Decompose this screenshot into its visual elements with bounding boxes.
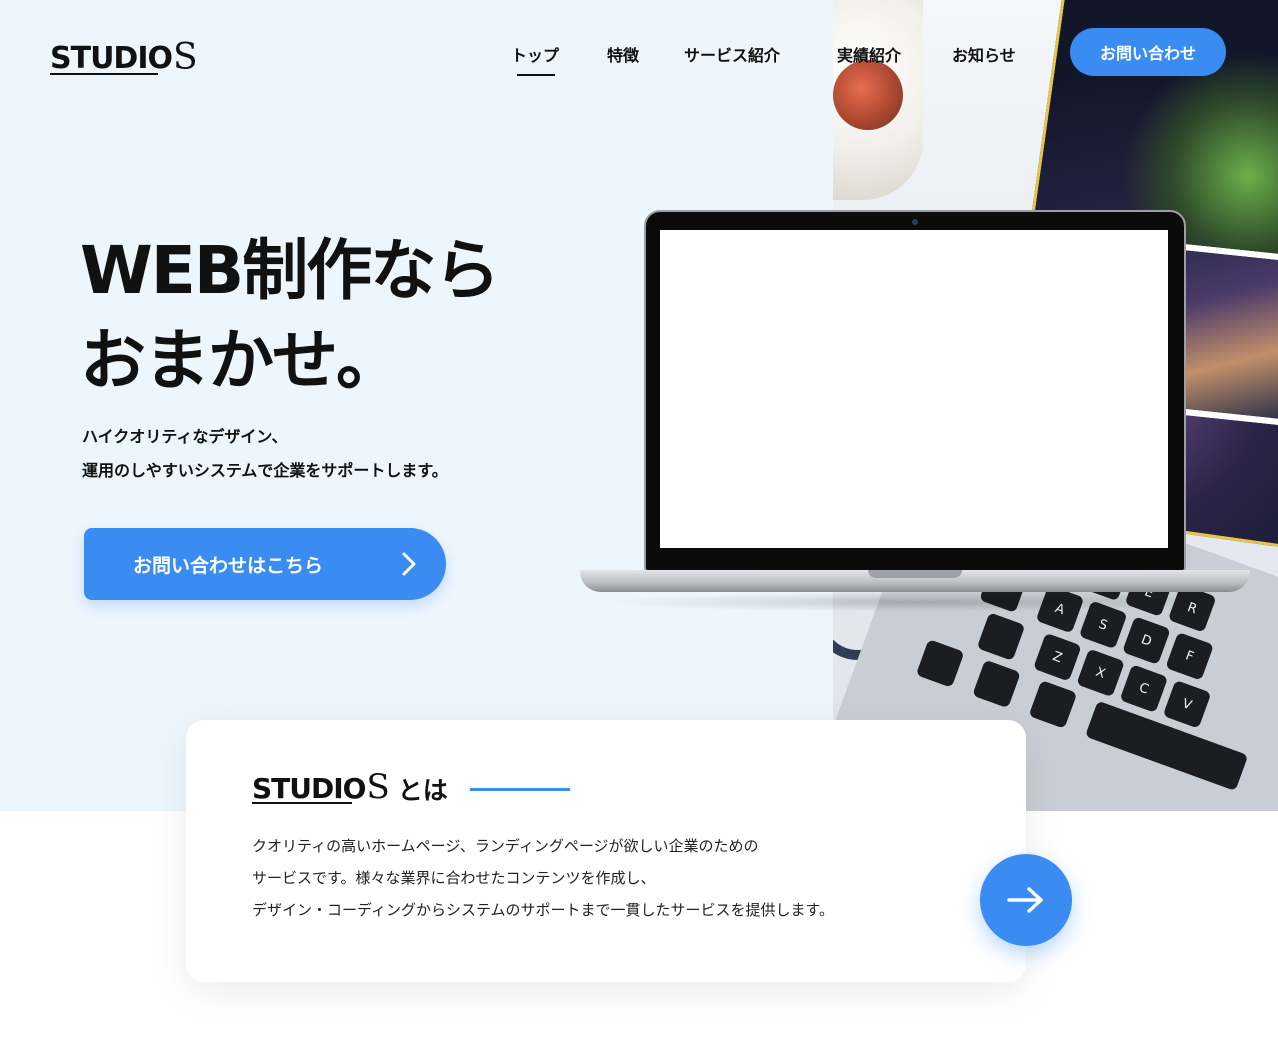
laptop-lid [644,210,1186,572]
hero-headline: WEB制作なら おまかせ。 [80,226,500,406]
about-body-line2: サービスです。様々な業界に合わせたコンテンツを作成し、 [252,869,656,887]
laptop-mockup [580,210,1250,612]
about-body-line3: デザイン・コーディングからシステムのサポートまで一貫したサービスを提供します。 [252,901,835,919]
nav-active-underline [517,74,555,76]
logo-wordmark: STUDIO [50,41,173,76]
keyboard-key: D [1122,616,1171,665]
nav-item-features[interactable]: 特徴 [607,42,639,66]
arrow-right-icon [1007,887,1043,913]
hero-headline-line2: おまかせ。 [80,322,402,399]
keyboard-key: F [1165,631,1214,681]
laptop-screen [660,230,1168,548]
about-title-rule [470,788,570,791]
about-logo-underline [252,801,352,804]
logo-script-s: S [173,36,198,78]
nav-item-news[interactable]: お知らせ [952,42,1016,66]
about-logo-wordmark: STUDIO [252,771,366,805]
keyboard-key [915,639,965,688]
nav-item-services[interactable]: サービス紹介 [684,42,780,66]
nav-item-top[interactable]: トップ [511,42,559,66]
chevron-right-icon [402,552,416,576]
laptop-camera [912,219,918,225]
cup-image [833,0,923,200]
logo-underline [50,73,158,75]
about-title-suffix: とは [397,775,448,805]
hero-subtext: ハイクオリティなデザイン、 運用のしやすいシステムで企業をサポートします。 [82,420,448,488]
nav-item-works[interactable]: 実績紹介 [837,42,901,66]
hero-headline-line1: WEB制作なら [80,232,500,309]
about-body: クオリティの高いホームページ、ランディングページが欲しい企業のための サービスで… [252,830,834,926]
about-body-line1: クオリティの高いホームページ、ランディングページが欲しい企業のための [252,837,759,855]
hero-subtext-line1: ハイクオリティなデザイン、 [82,427,288,446]
laptop-notch [868,570,962,578]
keyboard-key [1028,680,1078,729]
keyboard-key: X [1076,648,1125,698]
hero-contact-button[interactable]: お問い合わせはこちら [84,528,446,600]
site-logo[interactable]: STUDIO S [50,34,198,78]
about-more-button[interactable] [980,854,1072,946]
about-card: STUDIO S とは クオリティの高いホームページ、ランディングページが欲しい… [186,720,1026,982]
keyboard-key: V [1162,679,1212,729]
keyboard-key [972,659,1021,709]
keyboard-key: C [1119,664,1169,713]
keyboard-key: Z [1033,632,1082,682]
hero-contact-button-label: お問い合わせはこちら [133,555,324,577]
about-logo-script-s: S [366,767,390,807]
hero-subtext-line2: 運用のしやすいシステムで企業をサポートします。 [82,461,448,480]
keyboard-key [976,612,1026,661]
about-title: STUDIO S とは [252,767,448,807]
contact-button[interactable]: お問い合わせ [1070,28,1226,76]
